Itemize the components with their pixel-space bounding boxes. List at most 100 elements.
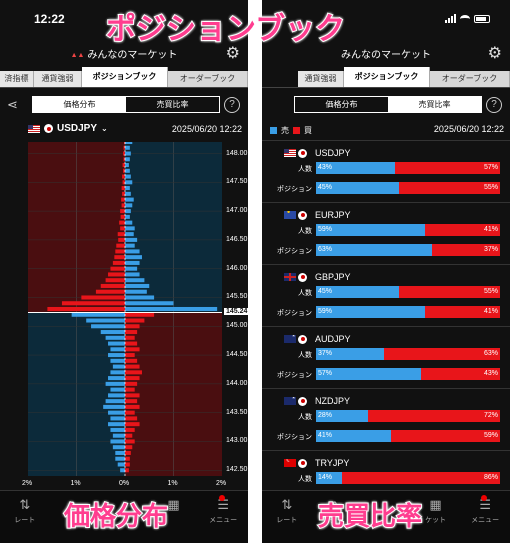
distribution-bar (120, 214, 125, 219)
tab-position-book[interactable]: ポジションブック (82, 67, 168, 87)
swap-icon: ⇅ (281, 497, 293, 512)
ratio-screen: みんなのマーケット ⚙ 通貨強弱 ポジションブック オーダーブック 価格分布 売… (262, 0, 510, 543)
nav-menu[interactable]: ☰ メニュー (198, 491, 248, 543)
tab-indicators[interactable]: 済指標 (0, 71, 34, 87)
distribution-bar (125, 163, 129, 168)
toggle-ratio[interactable]: 売買比率 (388, 97, 481, 112)
nav-item-3[interactable] (361, 491, 411, 543)
nav-menu[interactable]: ☰ メニュー (460, 491, 510, 543)
pair-row[interactable]: AUDJPY 人数 37%63% ポジション 57%43% (262, 326, 510, 388)
sell-ratio: 37% (316, 348, 385, 360)
buy-ratio: 55% (398, 182, 500, 194)
distribution-bar (125, 381, 138, 386)
distribution-bar (125, 358, 138, 363)
tab-order-book[interactable]: オーダーブック (168, 71, 248, 87)
eu-flag-icon (284, 211, 296, 219)
pair-list: USDJPY人数43%57%ポジション45%55%EURJPY人数59%41%ポ… (262, 140, 510, 512)
distribution-bar (125, 433, 133, 438)
row-label-position: ポジション (277, 248, 312, 255)
distribution-bar (122, 163, 125, 168)
distribution-bar (125, 151, 131, 156)
distribution-bar (125, 209, 131, 214)
distribution-bar (125, 142, 133, 145)
nav-chart[interactable]: ∿ チャ (312, 491, 362, 543)
pair-selector[interactable]: USDJPY ⌄ (28, 123, 108, 134)
distribution-bar (125, 180, 133, 185)
toggle-price-distribution[interactable]: 価格分布 (33, 97, 126, 112)
buy-ratio: 72% (367, 410, 500, 422)
distribution-bar (61, 301, 125, 306)
toggle-ratio[interactable]: 売買比率 (126, 97, 219, 112)
row-label-position: ポジション (277, 186, 312, 193)
row-label-position: ポジション (277, 310, 312, 317)
distribution-bar (91, 324, 125, 329)
distribution-bar (110, 387, 125, 392)
sell-ratio: 59% (316, 306, 425, 318)
distribution-bar (110, 370, 125, 375)
share-icon[interactable]: ⋖ (7, 97, 18, 113)
row-label-position: ポジション (277, 372, 312, 379)
distribution-bar (105, 381, 125, 386)
ratio-bar-people: 45% 55% (316, 286, 500, 298)
pair-header: TRYJPY (284, 458, 349, 468)
distribution-bar (125, 203, 133, 208)
ratio-bar-people: 43% 57% (316, 162, 500, 174)
y-tick-label: 147.50 (226, 178, 248, 186)
y-tick-label: 148.00 (226, 149, 248, 157)
nav-rate[interactable]: ⇅ レート (0, 491, 50, 543)
legend-buy: 買 (304, 126, 312, 135)
toggle-price-distribution[interactable]: 価格分布 (295, 97, 388, 112)
distribution-bar (108, 393, 125, 398)
distribution-bar (125, 283, 150, 288)
distribution-bar (81, 295, 125, 300)
y-tick-label: 146.50 (226, 235, 248, 243)
nav-chart[interactable]: ∿ チャ (50, 491, 100, 543)
swap-icon: ⇅ (19, 497, 31, 512)
sell-ratio: 28% (316, 410, 368, 422)
tab-bar: 通貨強弱 ポジションブック オーダーブック (262, 67, 510, 88)
distribution-bar (71, 312, 125, 317)
help-icon[interactable]: ? (486, 97, 502, 113)
x-tick-label: 1% (70, 480, 81, 487)
distribution-bar (125, 445, 133, 450)
x-tick-label: 2% (216, 480, 227, 487)
row-label-people: 人数 (298, 228, 312, 235)
status-bar: 12:22 (0, 0, 248, 38)
tab-currency-strength[interactable]: 通貨強弱 (298, 71, 344, 87)
distribution-bar (125, 347, 140, 352)
pair-row[interactable]: USDJPY 人数 43% 57% ポジション 45% 55% (262, 140, 510, 202)
pair-row[interactable]: NZDJPY 人数 28%72% ポジション 41%59% (262, 388, 510, 450)
distribution-bar (125, 295, 155, 300)
distribution-bar (125, 260, 140, 265)
nav-rate[interactable]: ⇅ レート (262, 491, 312, 543)
y-tick-label: 144.50 (226, 351, 248, 359)
y-tick-label: 143.50 (226, 408, 248, 416)
pair-row[interactable]: GBPJPY 人数 45% 55% ポジション 59% 41% (262, 264, 510, 326)
pair-header: GBPJPY (284, 272, 351, 282)
nav-market[interactable]: ▦ ケット (411, 491, 461, 543)
distribution-bar (125, 197, 134, 202)
gear-icon[interactable]: ⚙ (488, 43, 502, 63)
tab-order-book[interactable]: オーダーブック (430, 71, 510, 87)
nav-item-3[interactable] (99, 491, 149, 543)
ratio-bar-position: 59% 41% (316, 306, 500, 318)
distribution-bar (125, 376, 140, 381)
tr-flag-icon (284, 459, 296, 467)
buy-ratio: 63% (384, 348, 500, 360)
row-label-people: 人数 (298, 290, 312, 297)
gear-icon[interactable]: ⚙ (226, 43, 240, 63)
tab-position-book[interactable]: ポジションブック (344, 67, 430, 87)
y-tick-label: 144.00 (226, 379, 248, 387)
jp-flag-icon (298, 334, 307, 344)
distribution-bar (110, 266, 125, 271)
distribution-bar (125, 399, 138, 404)
legend-sell-swatch (270, 127, 277, 134)
sell-ratio: 63% (316, 244, 432, 256)
legend: 売 買 (270, 125, 312, 136)
pair-row[interactable]: EURJPY 人数 59%41% ポジション 63%37% (262, 202, 510, 264)
nav-item-4[interactable]: ▦ (149, 491, 199, 543)
jp-flag-icon (44, 124, 53, 133)
wifi-icon (460, 15, 470, 23)
tab-currency-strength[interactable]: 通貨強弱 (34, 71, 82, 87)
help-icon[interactable]: ? (224, 97, 240, 113)
